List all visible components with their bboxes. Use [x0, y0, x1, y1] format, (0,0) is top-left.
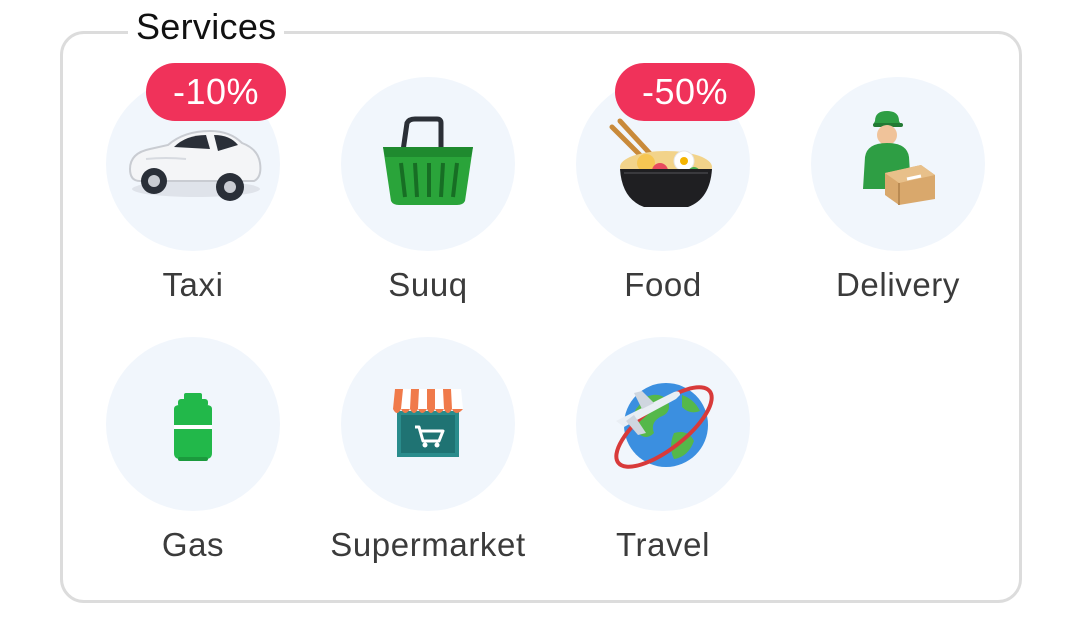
service-label: Suuq — [388, 266, 468, 303]
service-label: Supermarket — [330, 526, 526, 563]
service-label: Delivery — [836, 266, 960, 303]
service-label: Taxi — [162, 266, 224, 303]
storefront-cart-icon — [341, 337, 515, 511]
service-gas[interactable]: Gas — [73, 337, 313, 577]
discount-badge-food: -50% — [615, 63, 755, 121]
section-title: Services — [128, 4, 285, 50]
service-label: Gas — [161, 526, 225, 563]
service-label: Food — [624, 266, 702, 303]
gas-cylinder-icon — [106, 337, 280, 511]
service-label: Travel — [615, 526, 711, 563]
globe-airplane-icon — [576, 337, 750, 511]
service-travel[interactable]: Travel — [543, 337, 783, 577]
delivery-man-icon — [811, 77, 985, 251]
discount-badge-taxi: -10% — [146, 63, 286, 121]
shopping-basket-icon — [341, 77, 515, 251]
service-suuq[interactable]: Suuq — [308, 77, 548, 317]
service-supermarket[interactable]: Supermarket — [308, 337, 548, 577]
service-delivery[interactable]: Delivery — [778, 77, 1018, 317]
